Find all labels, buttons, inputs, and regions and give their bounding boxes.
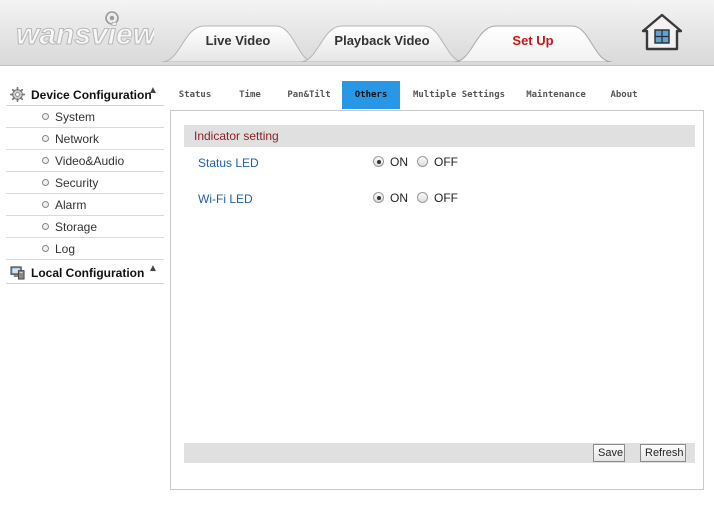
setting-row-status-led: Status LED ON OFF	[184, 152, 695, 174]
sidebar: Device Configuration ▲ System Network Vi…	[6, 82, 164, 284]
subtab-maintenance[interactable]: Maintenance	[520, 81, 592, 109]
sidebar-item-system[interactable]: System	[6, 106, 164, 128]
sidebar-item-label: Security	[55, 176, 99, 190]
home-icon[interactable]	[640, 12, 684, 52]
sidebar-item-network[interactable]: Network	[6, 128, 164, 150]
subtab-multiple-settings[interactable]: Multiple Settings	[406, 81, 512, 109]
chevron-up-icon[interactable]: ▲	[148, 263, 158, 274]
logo-text: wansview	[16, 18, 154, 51]
sidebar-item-alarm[interactable]: Alarm	[6, 194, 164, 216]
gear-icon	[10, 87, 25, 102]
radio-label-on: ON	[390, 155, 408, 169]
save-button[interactable]: Save	[593, 444, 625, 462]
subtab-others[interactable]: Others	[342, 81, 400, 109]
setting-label: Wi-Fi LED	[198, 192, 253, 206]
sidebar-item-video-audio[interactable]: Video&Audio	[6, 150, 164, 172]
setting-row-wifi-led: Wi-Fi LED ON OFF	[184, 188, 695, 210]
sidebar-item-security[interactable]: Security	[6, 172, 164, 194]
bullet-icon	[42, 113, 49, 120]
tab-set-up[interactable]: Set Up	[454, 22, 612, 62]
bullet-icon	[42, 135, 49, 142]
wansview-logo: wansview	[14, 8, 154, 52]
sidebar-section-label: Local Configuration	[31, 266, 145, 280]
sidebar-item-label: Storage	[55, 220, 98, 234]
radio-label-off: OFF	[434, 155, 458, 169]
bullet-icon	[42, 223, 49, 230]
subtab-status[interactable]: Status	[170, 81, 220, 109]
tab-label: Playback Video	[334, 33, 430, 48]
section-title: Indicator setting	[194, 129, 279, 143]
bullet-icon	[42, 179, 49, 186]
status-led-on-radio[interactable]	[373, 156, 384, 167]
sidebar-section-local-configuration[interactable]: Local Configuration ▲	[6, 260, 164, 284]
radio-label-off: OFF	[434, 191, 458, 205]
sidebar-section-device-configuration[interactable]: Device Configuration ▲	[6, 82, 164, 106]
sidebar-item-label: System	[55, 110, 96, 124]
tab-label: Set Up	[512, 33, 554, 48]
content-panel: Indicator setting Status LED ON OFF Wi-F…	[170, 110, 704, 490]
subtab-pan-tilt[interactable]: Pan&Tilt	[278, 81, 340, 109]
bullet-icon	[42, 157, 49, 164]
tab-playback-video[interactable]: Playback Video	[300, 22, 464, 62]
section-header: Indicator setting	[184, 125, 695, 147]
sidebar-item-label: Log	[55, 242, 76, 256]
wifi-led-on-radio[interactable]	[373, 192, 384, 203]
header: wansview Live Video Playback Video Set U…	[0, 0, 714, 66]
computer-icon	[10, 266, 25, 280]
status-led-off-radio[interactable]	[417, 156, 428, 167]
sidebar-item-storage[interactable]: Storage	[6, 216, 164, 238]
tab-live-video[interactable]: Live Video	[162, 22, 314, 62]
tab-label: Live Video	[205, 33, 271, 48]
refresh-button[interactable]: Refresh	[640, 444, 686, 462]
bullet-icon	[42, 245, 49, 252]
radio-label-on: ON	[390, 191, 408, 205]
bullet-icon	[42, 201, 49, 208]
sidebar-item-label: Video&Audio	[55, 154, 125, 168]
sidebar-item-log[interactable]: Log	[6, 238, 164, 260]
setting-label: Status LED	[198, 156, 259, 170]
sidebar-section-label: Device Configuration	[31, 88, 152, 102]
chevron-up-icon[interactable]: ▲	[148, 85, 158, 96]
sidebar-item-label: Alarm	[55, 198, 87, 212]
subtab-about[interactable]: About	[602, 81, 646, 109]
subtab-time[interactable]: Time	[227, 81, 273, 109]
settings-subtabs: Status Time Pan&Tilt Others Multiple Set…	[170, 81, 704, 109]
sidebar-item-label: Network	[55, 132, 100, 146]
wifi-led-off-radio[interactable]	[417, 192, 428, 203]
